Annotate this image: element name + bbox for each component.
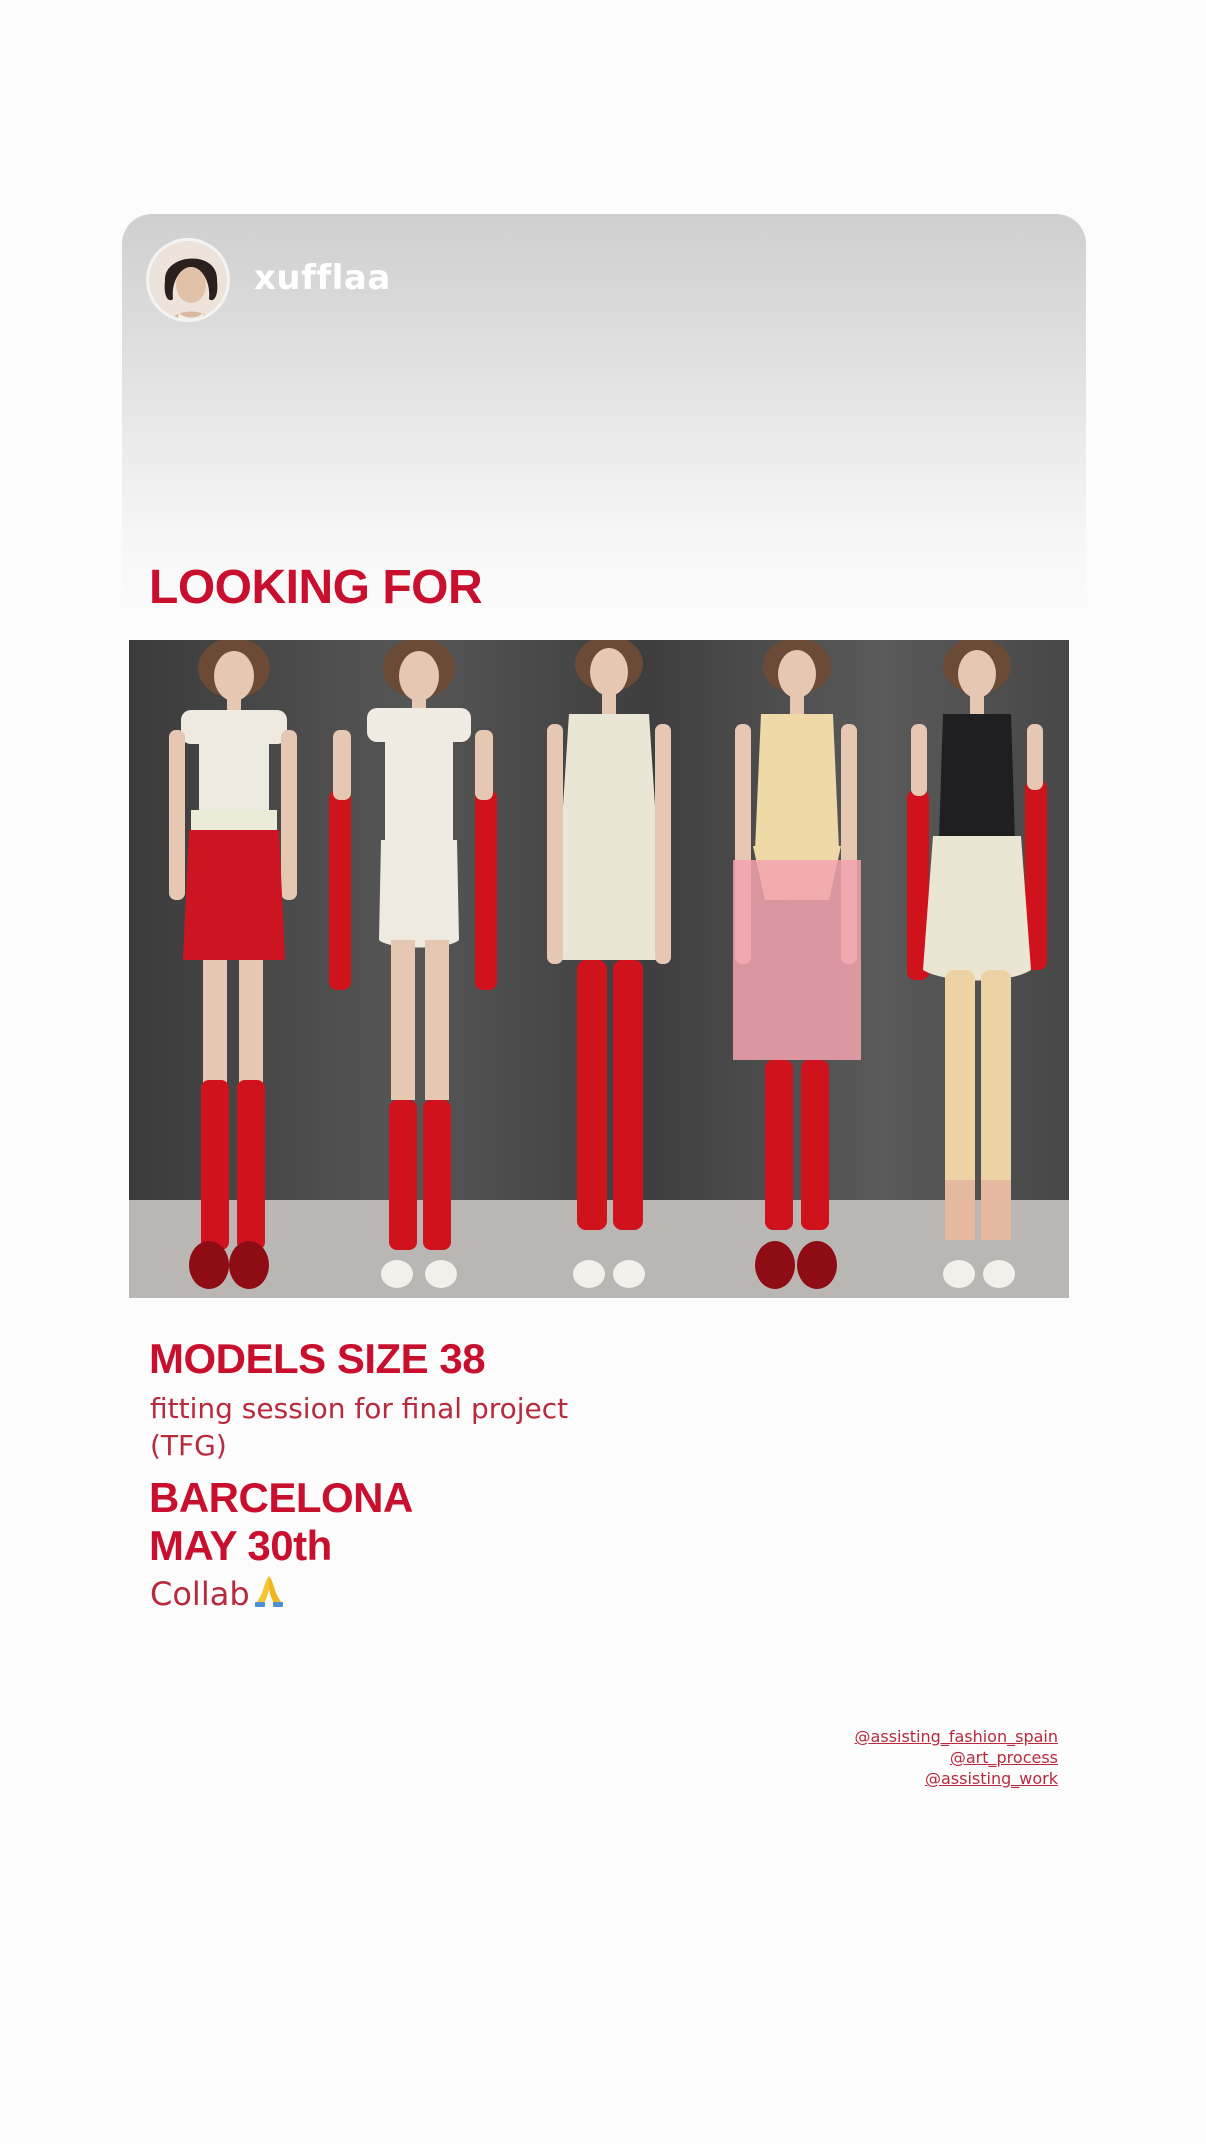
mention-link[interactable]: @assisting_work: [855, 1768, 1058, 1789]
folded-hands-icon: [252, 1573, 286, 1615]
looking-for-heading: LOOKING FOR: [149, 561, 483, 614]
fitting-session-text: fitting session for final project (TFG): [150, 1392, 569, 1462]
username[interactable]: xufflaa: [254, 258, 391, 298]
collab-line: Collab: [150, 1573, 286, 1615]
mentions-sticker: @assisting_fashion_spain @art_process @a…: [855, 1726, 1058, 1789]
avatar[interactable]: [146, 238, 230, 322]
mention-link[interactable]: @assisting_fashion_spain: [855, 1726, 1058, 1747]
models-size-heading: MODELS SIZE 38: [149, 1335, 486, 1382]
location-date-block: BARCELONA MAY 30th: [149, 1474, 413, 1570]
mention-link[interactable]: @art_process: [855, 1747, 1058, 1768]
date-label: MAY 30th: [149, 1522, 332, 1569]
collab-label: Collab: [150, 1575, 250, 1613]
city-label: BARCELONA: [149, 1474, 413, 1521]
lookbook-photo: [129, 640, 1069, 1298]
